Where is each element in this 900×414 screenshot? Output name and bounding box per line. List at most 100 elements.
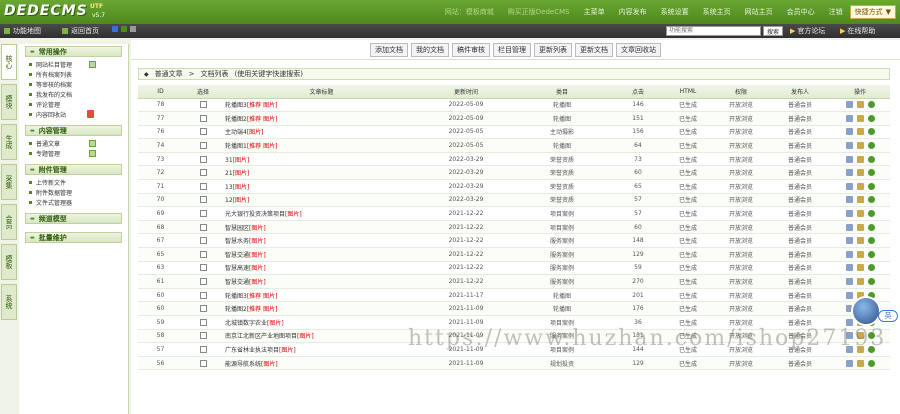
table-row[interactable]: 78 轮播图3[推荐 图片] 2022-05-09 轮播图 146 已生成 开放浏览 普通会员: [138, 98, 890, 113]
row-checkbox[interactable]: [199, 114, 207, 122]
top-nav-item[interactable]: 会员中心: [780, 7, 822, 17]
row-checkbox[interactable]: [199, 142, 207, 150]
article-title-link[interactable]: 轮播图3: [225, 293, 247, 300]
back-home-link[interactable]: 返回首页: [62, 26, 99, 36]
article-title-link[interactable]: 能源导航系统: [225, 361, 261, 368]
forum-link[interactable]: ▶ 官方论坛: [790, 26, 825, 36]
article-title-link[interactable]: 31: [225, 157, 233, 164]
row-category[interactable]: 项目案例: [512, 342, 612, 357]
quick-shortcut-button[interactable]: 快捷方式 ▼: [849, 5, 896, 19]
pencil-icon[interactable]: [856, 169, 864, 177]
preview-icon[interactable]: [867, 196, 875, 204]
top-nav-item[interactable]: 网站主页: [738, 7, 780, 17]
trash-icon[interactable]: [87, 110, 94, 118]
menu-item[interactable]: 专题管理: [19, 148, 128, 158]
pencil-icon[interactable]: [856, 345, 864, 353]
table-row[interactable]: 77 轮播图2[推荐 图片] 2022-05-09 轮播图 151 已生成 开放浏览 普通会员: [138, 111, 890, 126]
row-category[interactable]: 荣誉资质: [512, 165, 612, 181]
article-title-link[interactable]: 南京江北新区产业地图项目: [225, 333, 297, 340]
row-category[interactable]: 服务案例: [512, 247, 612, 262]
pencil-icon[interactable]: [856, 237, 864, 245]
preview-icon[interactable]: [867, 169, 875, 177]
toolbar-button[interactable]: 栏目管理: [493, 42, 531, 57]
row-checkbox[interactable]: [199, 196, 207, 204]
table-row[interactable]: 60 轮播图2[推荐 图片] 2021-11-09 轮播图 176 已生成 开放浏览 普通会员: [138, 301, 890, 316]
row-checkbox[interactable]: [199, 237, 207, 245]
row-checkbox[interactable]: [199, 278, 207, 286]
edit-icon[interactable]: [845, 196, 853, 204]
row-category[interactable]: 规划投资: [512, 356, 612, 371]
article-title-link[interactable]: 智慧高速: [225, 265, 249, 272]
row-checkbox[interactable]: [199, 223, 207, 231]
menu-item[interactable]: 文件式管理器: [19, 197, 128, 207]
edit-icon[interactable]: [845, 210, 853, 218]
logo[interactable]: DEDECMS: [4, 3, 88, 19]
row-category[interactable]: 轮播图: [512, 301, 612, 316]
row-checkbox[interactable]: [199, 169, 207, 177]
table-row[interactable]: 76 主动端4[图片] 2022-05-05 主动摄影 156 已生成 开放浏览 普通会员: [138, 125, 890, 140]
article-title-link[interactable]: 智慧交通: [225, 279, 249, 286]
pencil-icon[interactable]: [856, 250, 864, 258]
vertical-tab[interactable]: 会员: [1, 204, 17, 240]
preview-icon[interactable]: [867, 359, 875, 367]
article-title-link[interactable]: 轮播图2: [225, 306, 247, 313]
row-category[interactable]: 服务案例: [512, 233, 612, 249]
vertical-tab[interactable]: 系统: [1, 284, 17, 320]
menu-group-title[interactable]: ▬ 常用操作: [25, 46, 122, 57]
edit-icon[interactable]: [845, 359, 853, 367]
article-title-link[interactable]: 12: [225, 197, 233, 204]
pencil-icon[interactable]: [856, 114, 864, 122]
top-nav-item[interactable]: 系统设置: [654, 7, 696, 17]
function-search-input[interactable]: [666, 26, 761, 36]
row-checkbox[interactable]: [199, 345, 207, 353]
row-checkbox[interactable]: [199, 182, 207, 190]
article-title-link[interactable]: 光大银行投资决策项目: [225, 211, 285, 218]
menu-item[interactable]: 附件数据管理: [19, 187, 128, 197]
preview-icon[interactable]: [867, 332, 875, 340]
article-title-link[interactable]: 智慧园区: [225, 225, 249, 232]
pencil-icon[interactable]: [856, 332, 864, 340]
table-row[interactable]: 57 广东省林业执法项目[图片] 2021-11-09 项目案例 144 已生成 开放浏览普…: [138, 342, 890, 357]
menu-item[interactable]: 等审核的档案: [19, 79, 128, 89]
preview-icon[interactable]: [867, 142, 875, 150]
pencil-icon[interactable]: [856, 210, 864, 218]
vertical-tab[interactable]: 模块: [1, 84, 17, 120]
table-row[interactable]: 68 智慧园区[图片] 2021-12-22 项目案例 60 已生成 开放浏览 普通会员: [138, 220, 890, 235]
edit-icon[interactable]: [845, 291, 853, 299]
table-row[interactable]: 65 智慧交通[图片] 2021-12-22 服务案例 129 已生成 开放浏览 普通会员: [138, 247, 890, 262]
row-checkbox[interactable]: [199, 101, 207, 109]
pencil-icon[interactable]: [856, 142, 864, 150]
menu-group-title[interactable]: ▬ 批量维护: [25, 232, 122, 243]
preview-icon[interactable]: [867, 278, 875, 286]
row-category[interactable]: 轮播图: [512, 288, 612, 303]
preview-icon[interactable]: [867, 223, 875, 231]
row-checkbox[interactable]: [199, 128, 207, 136]
row-category[interactable]: 轮播图: [512, 98, 612, 113]
vertical-tab[interactable]: 采集: [1, 164, 17, 200]
article-title-link[interactable]: 主动端4: [225, 129, 247, 136]
edit-icon[interactable]: [845, 237, 853, 245]
menu-item[interactable]: 网站栏目管理: [19, 59, 128, 69]
table-row[interactable]: 67 智慧水务[图片] 2021-12-22 服务案例 148 已生成 开放浏览 普通会员: [138, 233, 890, 249]
table-row[interactable]: 72 21[图片] 2022-03-29 荣誉资质 60 已生成 开放浏览 普通会员: [138, 165, 890, 181]
add-icon[interactable]: [89, 60, 96, 68]
toolbar-button[interactable]: 更新列表: [534, 42, 572, 57]
edit-icon[interactable]: [845, 250, 853, 258]
preview-icon[interactable]: [867, 264, 875, 272]
article-title-link[interactable]: 轮播图2: [225, 116, 247, 123]
preview-icon[interactable]: [867, 182, 875, 190]
preview-icon[interactable]: [867, 128, 875, 136]
preview-icon[interactable]: [867, 101, 875, 109]
row-category[interactable]: 服务案例: [512, 329, 612, 344]
edit-icon[interactable]: [845, 169, 853, 177]
toolbar-button[interactable]: 稿件审核: [452, 42, 490, 57]
table-row[interactable]: 74 轮播图1[推荐 图片] 2022-05-05 轮播图 64 已生成 开放浏览 普通会员: [138, 138, 890, 153]
toolbar-button[interactable]: 添加文档: [370, 42, 408, 57]
row-category[interactable]: 服务案例: [512, 274, 612, 289]
menu-item[interactable]: 评论管理: [19, 99, 128, 109]
edit-icon[interactable]: [845, 101, 853, 109]
pencil-icon[interactable]: [856, 101, 864, 109]
top-nav-item[interactable]: 购买正版DedeCMS: [501, 7, 577, 17]
preview-icon[interactable]: [867, 237, 875, 245]
assistant-avatar[interactable]: [851, 296, 881, 326]
